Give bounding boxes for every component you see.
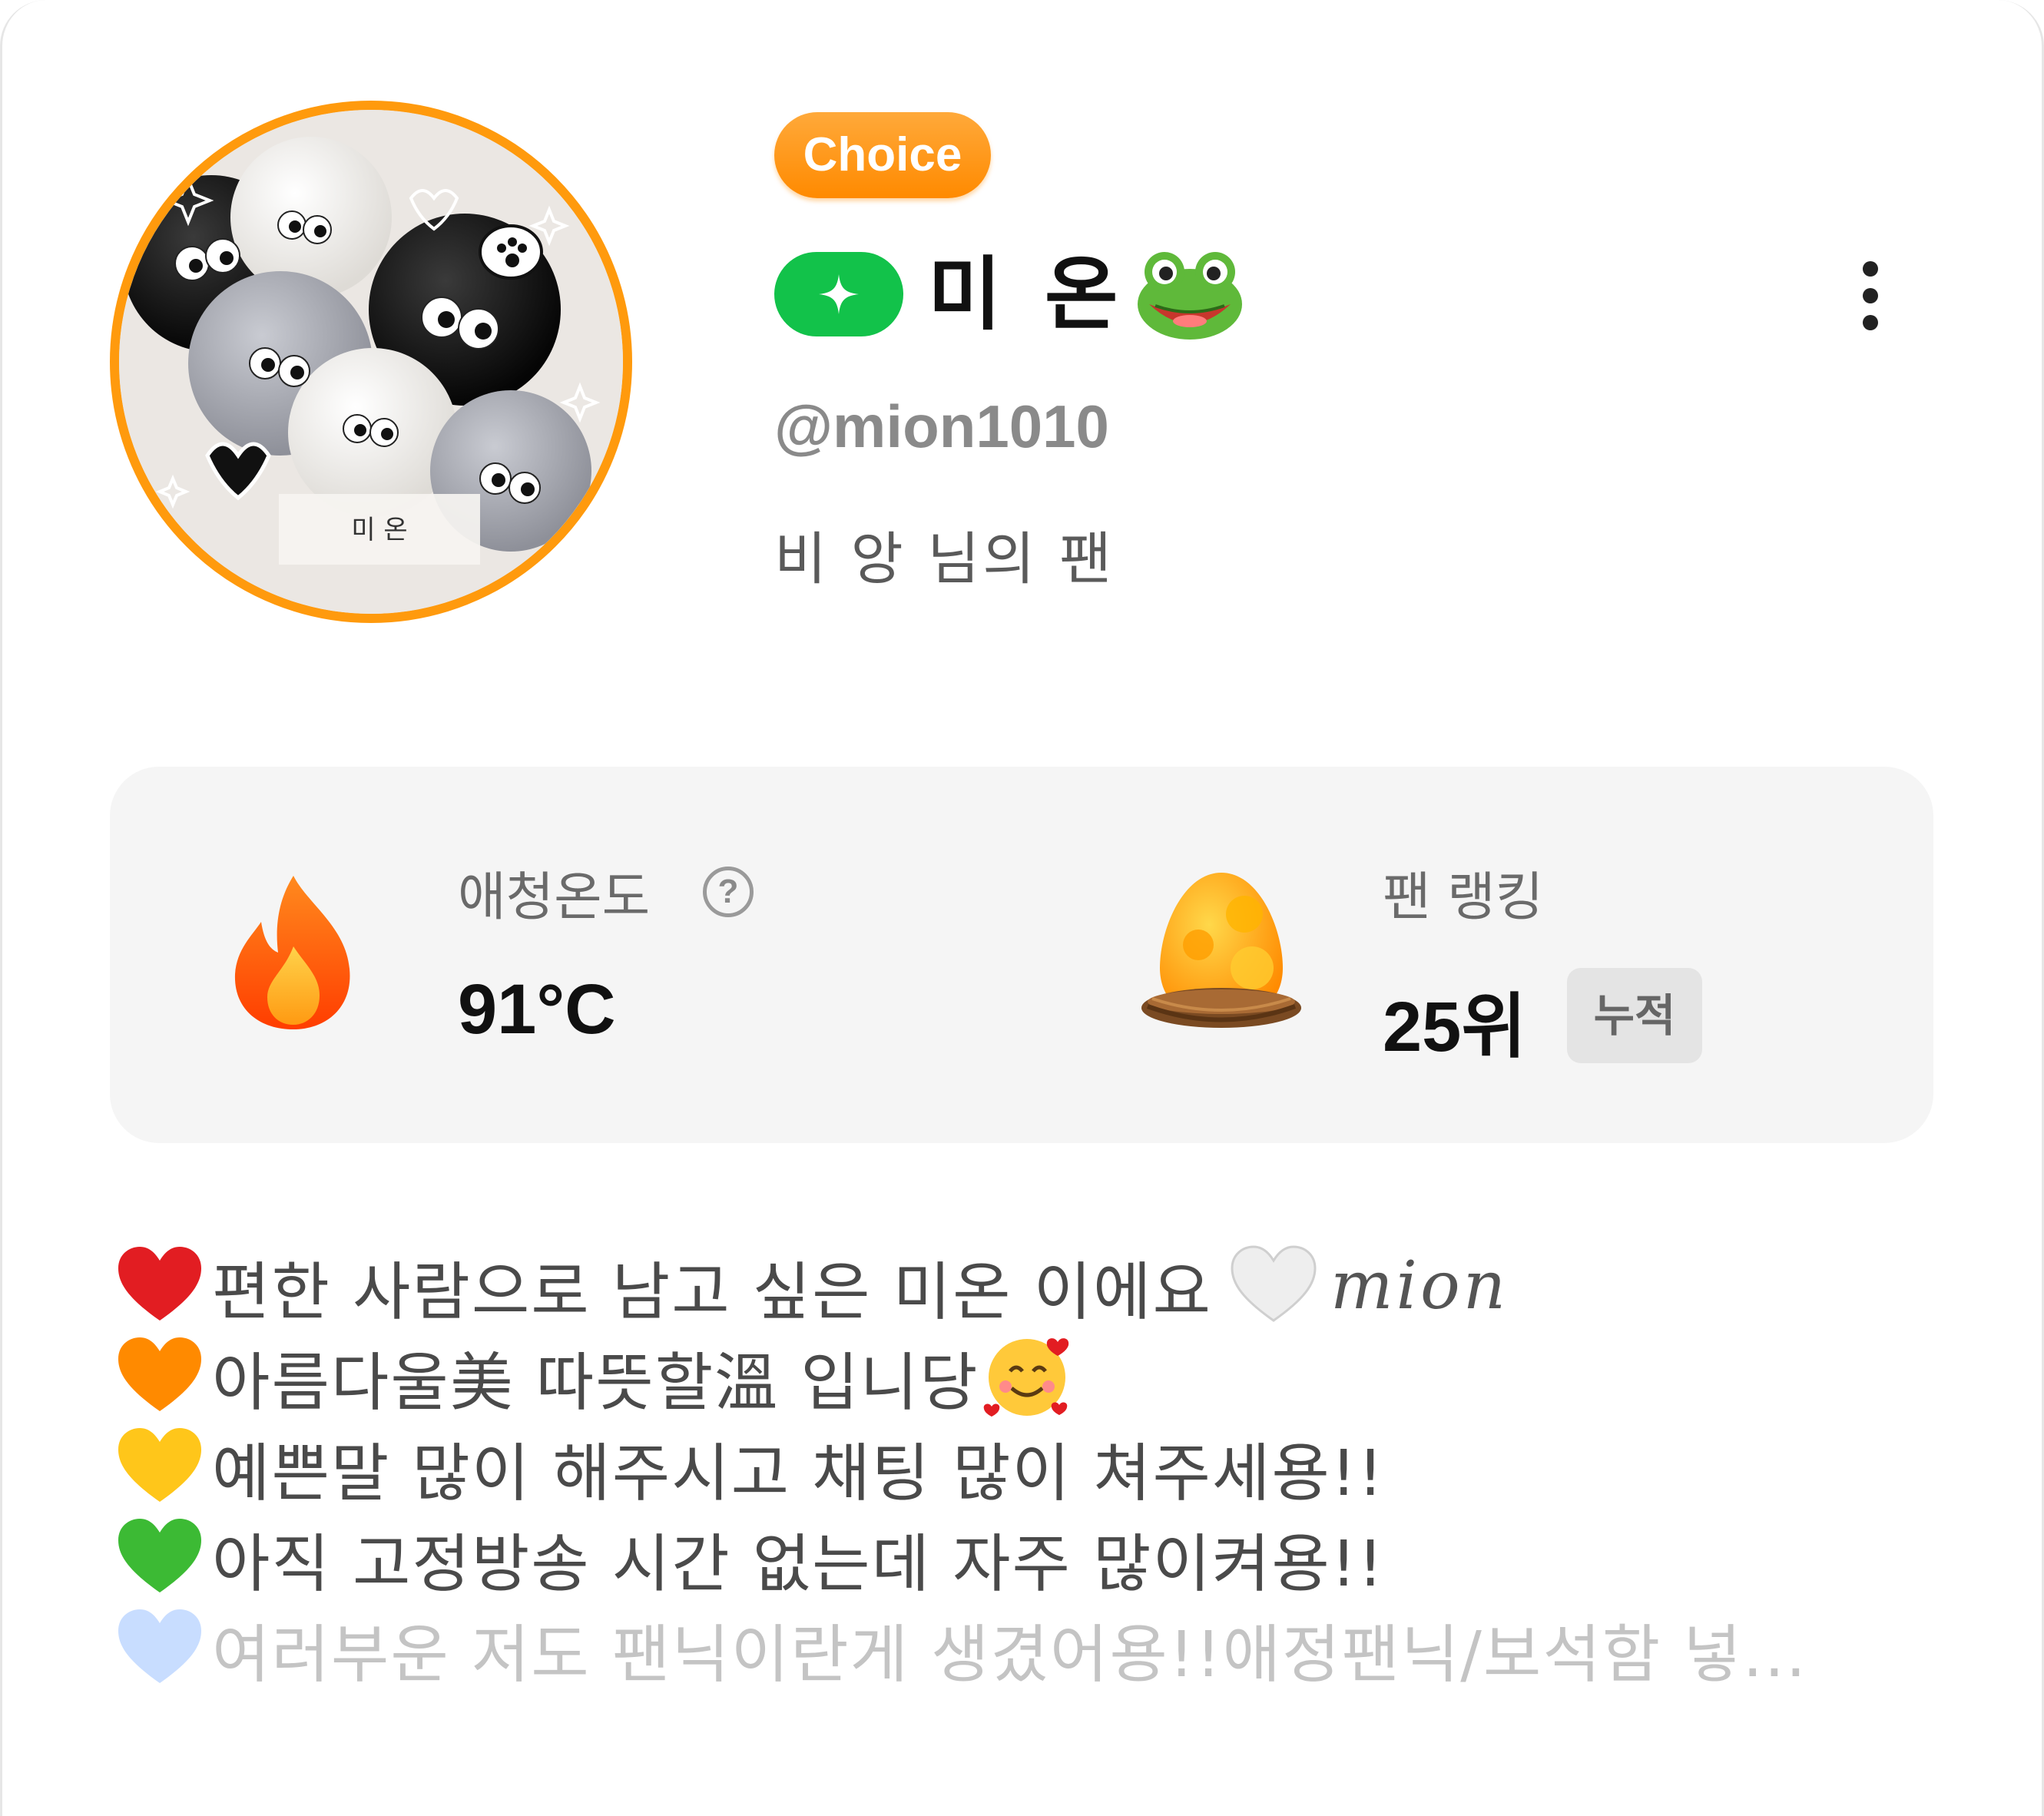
orange-heart-icon xyxy=(118,1337,201,1411)
bio-line-text: 편한 사람으로 남고 싶은 미온 이에요 xyxy=(212,1255,1212,1329)
more-dot xyxy=(1863,288,1878,303)
temperature-label: 애청온도 xyxy=(458,867,651,928)
more-dot xyxy=(1863,261,1878,277)
smiling-face-hearts-icon xyxy=(983,1338,1068,1417)
user-handle: @mion1010 xyxy=(774,393,1109,460)
bio-line: 아름다울美 따뜻할溫 입니당 xyxy=(114,1331,1942,1422)
bio-line-text: 예쁜말 많이 해주시고 채팅 많이 쳐주세용!! xyxy=(212,1437,1385,1510)
temperature-value: 91°C xyxy=(458,970,616,1049)
green-heart-icon xyxy=(118,1519,201,1592)
signature-text: mion xyxy=(1330,1248,1509,1324)
ranking-label: 팬 랭킹 xyxy=(1383,867,1544,928)
ranking-value: 25위 xyxy=(1383,988,1526,1066)
flame-icon xyxy=(234,876,350,1029)
temperature-help-icon[interactable]: ? xyxy=(703,867,754,917)
bio-line: 예쁜말 많이 해주시고 채팅 많이 쳐주세용!! xyxy=(114,1422,1942,1513)
bio-line-text: 여러부운 저도 팬닉이란게 생겼어용!!애정팬닉/보석함 넣... xyxy=(212,1618,1807,1692)
fan-of-text: 비 앙 님의 팬 xyxy=(774,526,1115,592)
blue-heart-icon xyxy=(118,1609,201,1683)
red-heart-icon xyxy=(118,1247,201,1321)
avatar-image: 미 온 xyxy=(119,110,623,614)
bio-line-text: 아름다울美 따뜻할溫 입니당 xyxy=(212,1346,979,1420)
bio-line[interactable]: 여러부운 저도 팬닉이란게 생겼어용!!애정팬닉/보석함 넣... xyxy=(114,1603,1942,1694)
yellow-heart-icon xyxy=(118,1428,201,1502)
bio-section: 편한 사람으로 남고 싶은 미온 이에요 mion 아름다울美 따뜻할溫 입니당… xyxy=(114,1241,1942,1694)
name-row: 미 온 xyxy=(774,244,1247,344)
bio-line: 아직 고정방송 시간 없는데 자주 많이켜용!! xyxy=(114,1513,1942,1603)
sparkle-plus-icon xyxy=(774,252,903,336)
frog-emoji-icon xyxy=(1137,252,1242,340)
bio-line: 편한 사람으로 남고 싶은 미온 이에요 mion xyxy=(114,1241,1942,1331)
profile-avatar[interactable]: 미 온 xyxy=(110,101,632,623)
egg-nest-icon xyxy=(1141,873,1301,1028)
cumulative-tag[interactable]: 누적 xyxy=(1567,968,1702,1063)
avatar-caption: 미 온 xyxy=(351,515,407,545)
more-dot xyxy=(1863,315,1878,330)
choice-badge: Choice xyxy=(774,112,991,198)
more-menu-button[interactable] xyxy=(1847,254,1893,338)
display-name: 미 온 xyxy=(928,247,1126,341)
stats-card xyxy=(110,767,1933,1143)
bio-line-text: 아직 고정방송 시간 없는데 자주 많이켜용!! xyxy=(212,1527,1385,1601)
white-heart-icon xyxy=(1231,1245,1317,1322)
